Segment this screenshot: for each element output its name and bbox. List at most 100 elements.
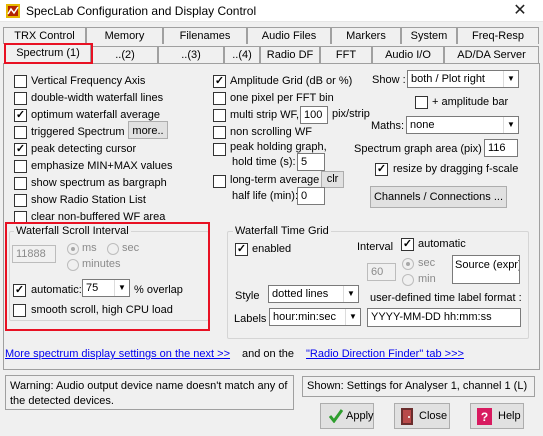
- station-list-label: show Radio Station List: [31, 194, 146, 206]
- one-pixel-label: one pixel per FFT bin: [230, 92, 334, 104]
- grid-min-radio[interactable]: [402, 274, 414, 286]
- grid-interval-label: Interval: [357, 241, 394, 253]
- close-label: Close: [419, 410, 448, 422]
- peak-holding-checkbox[interactable]: [213, 143, 226, 156]
- optimum-average-label: optimum waterfall average: [31, 109, 161, 121]
- graph-area-input[interactable]: 116: [484, 139, 518, 157]
- amplitude-grid-label: Amplitude Grid (dB or %): [230, 75, 353, 87]
- tab-spectrum-1[interactable]: Spectrum (1): [5, 44, 91, 64]
- hold-time-input[interactable]: 5: [297, 153, 325, 171]
- style-label: Style: [235, 290, 260, 302]
- labels-select[interactable]: hour:min:sec ▼: [269, 308, 361, 326]
- help-button[interactable]: ? Help: [470, 403, 524, 429]
- maths-select-value: none: [410, 119, 435, 131]
- scroll-interval-input[interactable]: 11888: [12, 245, 56, 263]
- tab-spectrum-2[interactable]: ..(2): [92, 46, 158, 63]
- close-window-icon[interactable]: ✕: [497, 0, 543, 22]
- emphasize-minmax-checkbox[interactable]: [14, 160, 27, 173]
- tab-audio-files[interactable]: Audio Files: [247, 27, 331, 44]
- clear-wf-checkbox[interactable]: [14, 211, 27, 224]
- tab-filenames[interactable]: Filenames: [163, 27, 247, 44]
- tab-memory[interactable]: Memory: [86, 27, 163, 44]
- triggered-spectrum-checkbox[interactable]: [14, 126, 27, 139]
- pix-strip-label: pix/strip: [332, 108, 370, 120]
- minutes-radio[interactable]: [67, 259, 79, 271]
- amplitude-bar-checkbox[interactable]: [415, 96, 428, 109]
- maths-select[interactable]: none ▼: [406, 116, 519, 134]
- ms-radio[interactable]: [67, 243, 79, 255]
- more-settings-link[interactable]: More spectrum display settings on the ne…: [5, 348, 230, 360]
- chevron-down-icon: ▼: [503, 71, 518, 87]
- chevron-down-icon: ▼: [343, 286, 358, 302]
- grid-automatic-checkbox[interactable]: ✓: [401, 238, 414, 251]
- close-button[interactable]: Close: [394, 403, 450, 429]
- apply-label: Apply: [346, 410, 374, 422]
- non-scrolling-checkbox[interactable]: [213, 126, 226, 139]
- station-list-checkbox[interactable]: [14, 194, 27, 207]
- tab-freq-resp[interactable]: Freq-Resp: [457, 27, 539, 44]
- tab-ad-da-server[interactable]: AD/DA Server: [444, 46, 539, 63]
- non-scrolling-label: non scrolling WF: [230, 126, 312, 138]
- tab-spectrum-3[interactable]: ..(3): [158, 46, 224, 63]
- smooth-scroll-checkbox[interactable]: [13, 304, 26, 317]
- tab-trx-control[interactable]: TRX Control: [3, 27, 86, 44]
- chevron-down-icon: ▼: [114, 280, 129, 296]
- long-term-label: long-term average: [230, 174, 320, 186]
- peak-cursor-checkbox[interactable]: ✓: [14, 143, 27, 156]
- help-label: Help: [498, 410, 521, 422]
- tab-radio-df[interactable]: Radio DF: [260, 46, 320, 63]
- shown-text: Shown: Settings for Analyser 1, channel …: [307, 380, 528, 392]
- show-select[interactable]: both / Plot right ▼: [407, 70, 519, 88]
- overlap-label: % overlap: [134, 284, 183, 296]
- grid-enabled-checkbox[interactable]: ✓: [235, 243, 248, 256]
- time-format-input[interactable]: YYYY-MM-DD hh:mm:ss: [367, 308, 521, 327]
- more-button[interactable]: more..: [128, 121, 168, 139]
- grid-sec-radio[interactable]: [402, 258, 414, 270]
- multi-strip-checkbox[interactable]: [213, 109, 226, 122]
- sec-label: sec: [122, 242, 140, 254]
- app-icon: [6, 4, 20, 18]
- title-bar: SpecLab Configuration and Display Contro…: [0, 0, 543, 22]
- show-label: Show :: [372, 74, 406, 86]
- long-term-checkbox[interactable]: [213, 175, 226, 188]
- overlap-select-value: 75: [86, 282, 99, 294]
- hold-time-label: hold time (s):: [232, 156, 296, 168]
- style-select[interactable]: dotted lines ▼: [268, 285, 359, 303]
- source-expr-input[interactable]: Source (expr): [452, 255, 520, 284]
- vertical-axis-checkbox[interactable]: [14, 75, 27, 88]
- time-format-label: user-defined time label format :: [370, 292, 522, 304]
- tab-system[interactable]: System: [401, 27, 457, 44]
- optimum-average-checkbox[interactable]: ✓: [14, 109, 27, 122]
- bargraph-label: show spectrum as bargraph: [31, 177, 167, 189]
- help-icon: ?: [477, 408, 492, 425]
- half-life-input[interactable]: 0: [297, 187, 325, 205]
- grid-min-label: min: [418, 273, 436, 285]
- peak-holding-label: peak holding graph,: [230, 141, 327, 153]
- double-width-checkbox[interactable]: [14, 92, 27, 105]
- tab-fft[interactable]: FFT: [320, 46, 372, 63]
- tab-spectrum-4[interactable]: ..(4): [224, 46, 260, 63]
- minutes-label: minutes: [82, 258, 121, 270]
- show-select-value: both / Plot right: [411, 73, 485, 85]
- amplitude-bar-label: + amplitude bar: [432, 96, 509, 108]
- sec-radio[interactable]: [107, 243, 119, 255]
- tab-markers[interactable]: Markers: [331, 27, 401, 44]
- grid-interval-input[interactable]: 60: [367, 263, 396, 281]
- scroll-automatic-checkbox[interactable]: ✓: [13, 284, 26, 297]
- scroll-automatic-label: automatic:: [31, 284, 82, 296]
- multi-strip-input[interactable]: 100: [300, 106, 328, 124]
- channels-button[interactable]: Channels / Connections ...: [370, 186, 507, 208]
- smooth-scroll-label: smooth scroll, high CPU load: [31, 304, 173, 316]
- resize-checkbox[interactable]: ✓: [375, 163, 388, 176]
- apply-button[interactable]: Apply: [320, 403, 374, 429]
- overlap-select[interactable]: 75 ▼: [82, 279, 130, 297]
- multi-strip-label: multi strip WF,: [230, 109, 300, 121]
- clear-average-button[interactable]: clr: [321, 171, 344, 188]
- one-pixel-checkbox[interactable]: [213, 92, 226, 105]
- chevron-down-icon: ▼: [503, 117, 518, 133]
- amplitude-grid-checkbox[interactable]: ✓: [213, 75, 226, 88]
- tab-audio-io[interactable]: Audio I/O: [372, 46, 444, 63]
- labels-label: Labels: [234, 313, 267, 325]
- radio-df-link[interactable]: "Radio Direction Finder" tab >>>: [306, 348, 464, 360]
- bargraph-checkbox[interactable]: [14, 177, 27, 190]
